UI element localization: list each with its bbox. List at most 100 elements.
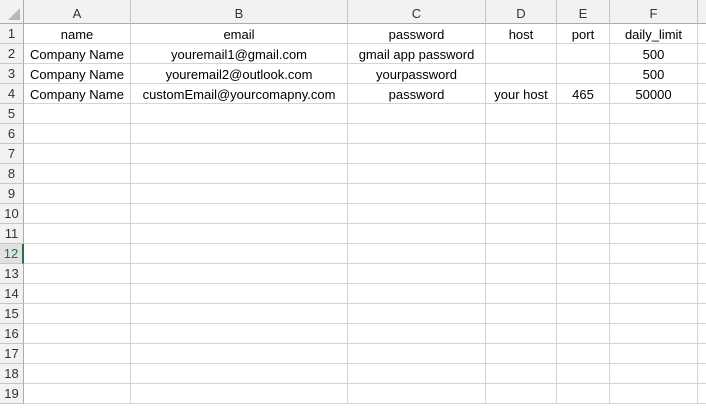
- cell-e14[interactable]: [557, 284, 610, 304]
- cell-f10[interactable]: [610, 204, 698, 224]
- cell-a4[interactable]: Company Name: [24, 84, 131, 104]
- cell-f11[interactable]: [610, 224, 698, 244]
- cell-d19[interactable]: [486, 384, 557, 404]
- cell-b9[interactable]: [131, 184, 348, 204]
- cell-f16[interactable]: [610, 324, 698, 344]
- cell-e9[interactable]: [557, 184, 610, 204]
- cell-a14[interactable]: [24, 284, 131, 304]
- cell-a5[interactable]: [24, 104, 131, 124]
- cell-a11[interactable]: [24, 224, 131, 244]
- cell-b17[interactable]: [131, 344, 348, 364]
- cell-d14[interactable]: [486, 284, 557, 304]
- select-all-button[interactable]: [0, 0, 24, 24]
- cell-d4[interactable]: your host: [486, 84, 557, 104]
- cell-a7[interactable]: [24, 144, 131, 164]
- cell-e3[interactable]: [557, 64, 610, 84]
- cell-d17[interactable]: [486, 344, 557, 364]
- cell-c2[interactable]: gmail app password: [348, 44, 486, 64]
- cell-b12[interactable]: [131, 244, 348, 264]
- row-header-12[interactable]: 12: [0, 244, 24, 264]
- cell-a10[interactable]: [24, 204, 131, 224]
- cell-e16[interactable]: [557, 324, 610, 344]
- row-header-2[interactable]: 2: [0, 44, 24, 64]
- cell-d2[interactable]: [486, 44, 557, 64]
- cell-a15[interactable]: [24, 304, 131, 324]
- cell-g2[interactable]: [698, 44, 706, 64]
- cell-d6[interactable]: [486, 124, 557, 144]
- cell-d9[interactable]: [486, 184, 557, 204]
- cell-f12[interactable]: [610, 244, 698, 264]
- cell-c9[interactable]: [348, 184, 486, 204]
- cell-b5[interactable]: [131, 104, 348, 124]
- cell-g12[interactable]: [698, 244, 706, 264]
- cell-c4[interactable]: password: [348, 84, 486, 104]
- cell-f1[interactable]: daily_limit: [610, 24, 698, 44]
- cell-a16[interactable]: [24, 324, 131, 344]
- cell-g6[interactable]: [698, 124, 706, 144]
- cell-g11[interactable]: [698, 224, 706, 244]
- cell-a6[interactable]: [24, 124, 131, 144]
- cell-e11[interactable]: [557, 224, 610, 244]
- cell-c16[interactable]: [348, 324, 486, 344]
- row-header-14[interactable]: 14: [0, 284, 24, 304]
- column-header-d[interactable]: D: [486, 0, 557, 24]
- cell-e17[interactable]: [557, 344, 610, 364]
- column-header-next[interactable]: [698, 0, 706, 24]
- cell-a18[interactable]: [24, 364, 131, 384]
- cell-d5[interactable]: [486, 104, 557, 124]
- column-header-c[interactable]: C: [348, 0, 486, 24]
- cell-e6[interactable]: [557, 124, 610, 144]
- cell-b3[interactable]: youremail2@outlook.com: [131, 64, 348, 84]
- cell-d16[interactable]: [486, 324, 557, 344]
- cell-f5[interactable]: [610, 104, 698, 124]
- row-header-7[interactable]: 7: [0, 144, 24, 164]
- cell-g15[interactable]: [698, 304, 706, 324]
- cell-b8[interactable]: [131, 164, 348, 184]
- cell-e2[interactable]: [557, 44, 610, 64]
- cell-d1[interactable]: host: [486, 24, 557, 44]
- cell-e19[interactable]: [557, 384, 610, 404]
- cell-f19[interactable]: [610, 384, 698, 404]
- cell-d11[interactable]: [486, 224, 557, 244]
- row-header-17[interactable]: 17: [0, 344, 24, 364]
- cell-e12[interactable]: [557, 244, 610, 264]
- cell-g17[interactable]: [698, 344, 706, 364]
- cell-d18[interactable]: [486, 364, 557, 384]
- cell-b6[interactable]: [131, 124, 348, 144]
- cell-b2[interactable]: youremail1@gmail.com: [131, 44, 348, 64]
- cell-c8[interactable]: [348, 164, 486, 184]
- cell-f18[interactable]: [610, 364, 698, 384]
- cell-a13[interactable]: [24, 264, 131, 284]
- cell-e10[interactable]: [557, 204, 610, 224]
- cell-f15[interactable]: [610, 304, 698, 324]
- cell-g18[interactable]: [698, 364, 706, 384]
- cell-a8[interactable]: [24, 164, 131, 184]
- cell-c14[interactable]: [348, 284, 486, 304]
- cell-b11[interactable]: [131, 224, 348, 244]
- cell-b10[interactable]: [131, 204, 348, 224]
- column-header-e[interactable]: E: [557, 0, 610, 24]
- cell-e18[interactable]: [557, 364, 610, 384]
- cell-b16[interactable]: [131, 324, 348, 344]
- cell-f6[interactable]: [610, 124, 698, 144]
- cell-c13[interactable]: [348, 264, 486, 284]
- cell-c11[interactable]: [348, 224, 486, 244]
- cell-c6[interactable]: [348, 124, 486, 144]
- cell-e7[interactable]: [557, 144, 610, 164]
- cell-e15[interactable]: [557, 304, 610, 324]
- cell-a17[interactable]: [24, 344, 131, 364]
- row-header-1[interactable]: 1: [0, 24, 24, 44]
- cell-d8[interactable]: [486, 164, 557, 184]
- cell-f13[interactable]: [610, 264, 698, 284]
- row-header-16[interactable]: 16: [0, 324, 24, 344]
- cell-c18[interactable]: [348, 364, 486, 384]
- cell-c19[interactable]: [348, 384, 486, 404]
- spreadsheet-grid[interactable]: A B C D E F 1 name email password host port da…: [0, 0, 706, 408]
- cell-g1[interactable]: [698, 24, 706, 44]
- cell-f17[interactable]: [610, 344, 698, 364]
- cell-e13[interactable]: [557, 264, 610, 284]
- cell-g13[interactable]: [698, 264, 706, 284]
- cell-b19[interactable]: [131, 384, 348, 404]
- row-header-4[interactable]: 4: [0, 84, 24, 104]
- cell-g10[interactable]: [698, 204, 706, 224]
